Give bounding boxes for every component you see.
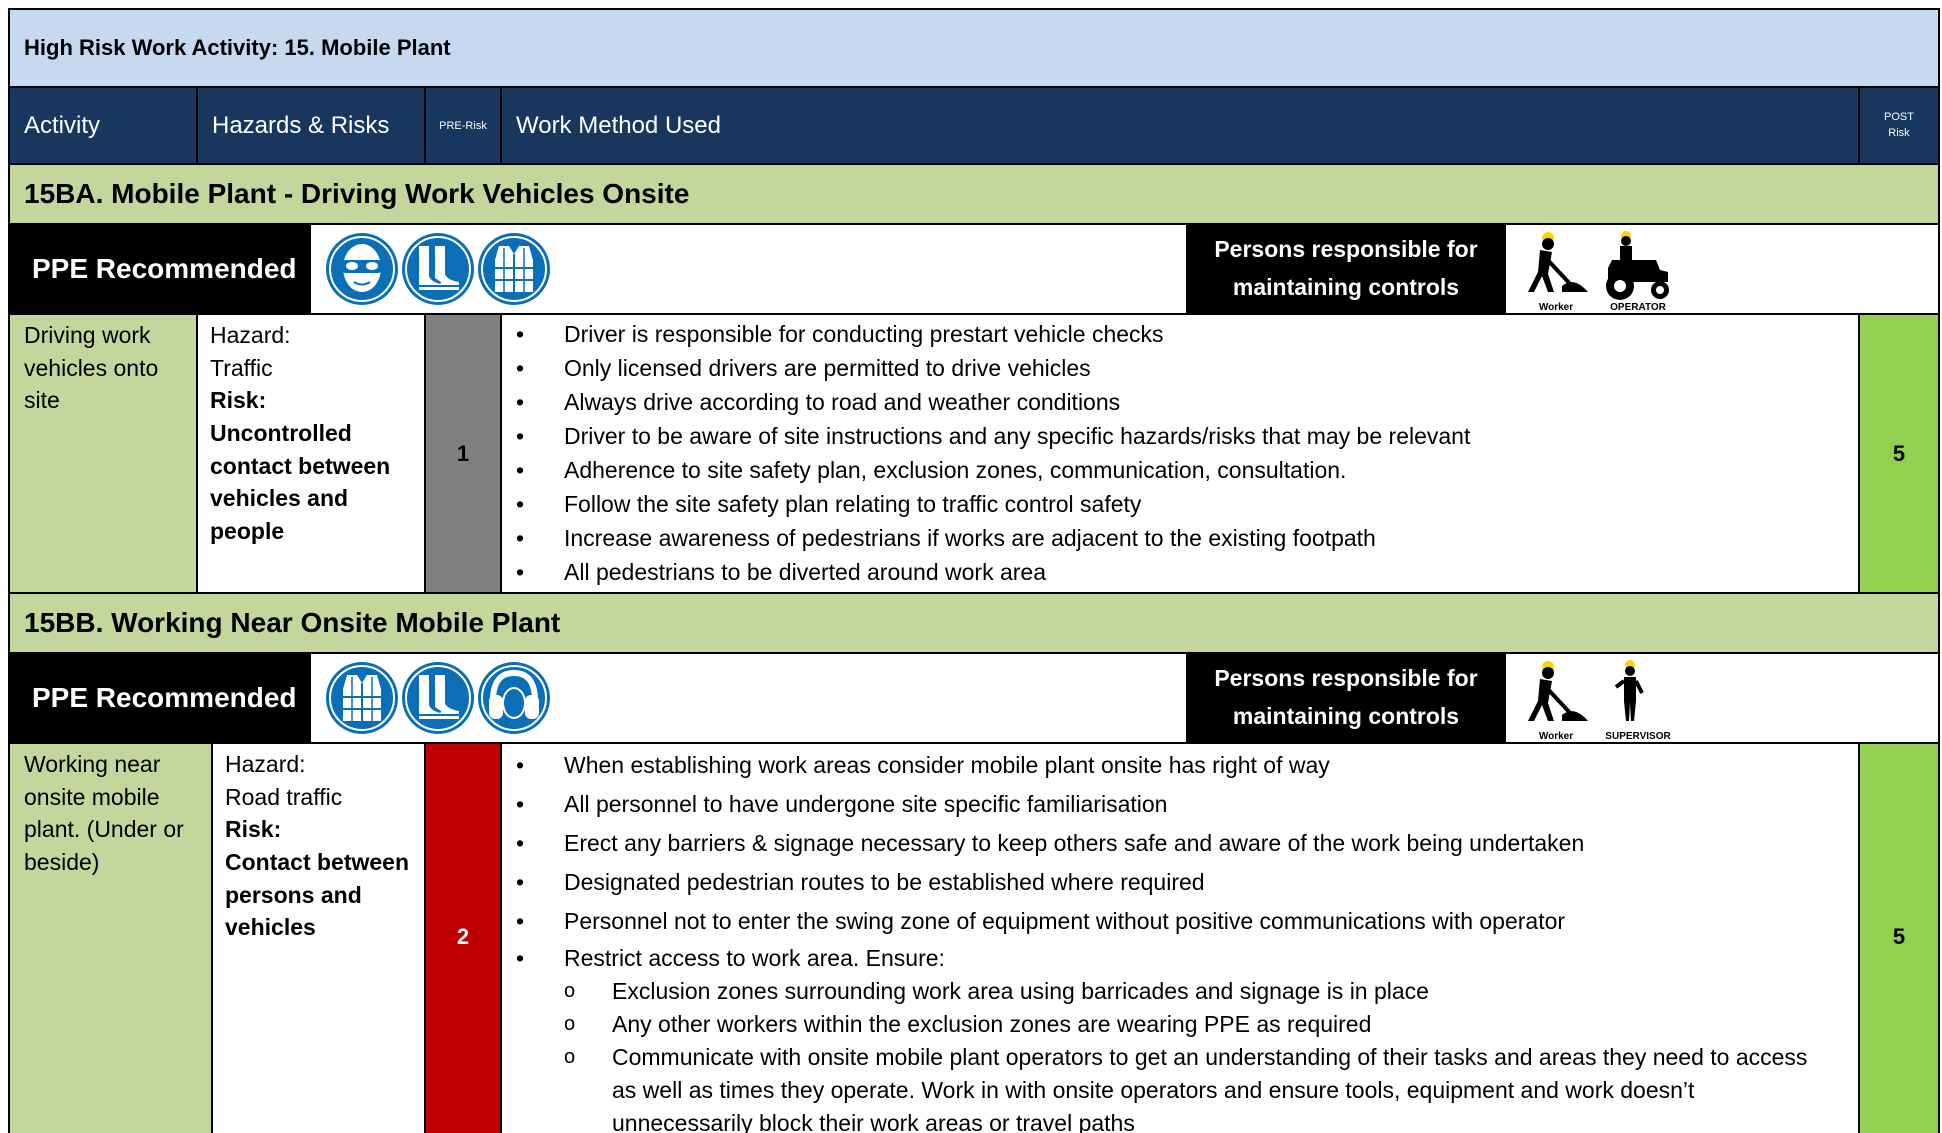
header-post-risk-line2: Risk (1888, 126, 1910, 139)
activity-cell: Driving work vehicles onto site (10, 315, 198, 592)
method-item: Only licensed drivers are permitted to d… (502, 351, 1858, 385)
role-operator: OPERATOR (1598, 230, 1678, 313)
worker-icon (1528, 232, 1588, 292)
responsible-label: Persons responsible for maintaining contr… (1186, 225, 1506, 313)
method-item: Erect any barriers & signage necessary t… (502, 824, 1858, 863)
method-item: Driver is responsible for conducting pre… (502, 317, 1858, 351)
ppe-label: PPE Recommended (10, 225, 311, 313)
method-item: Restrict access to work area. Ensure: (502, 941, 1858, 975)
responsible-label: Persons responsible for maintaining contr… (1186, 654, 1506, 742)
hazard-risk-cell: Hazard: Traffic Risk: Uncontrolled conta… (198, 315, 426, 592)
hi-vis-vest-icon (478, 233, 550, 305)
role-worker: Worker (1518, 230, 1594, 313)
method-item: Driver to be aware of site instructions … (502, 419, 1858, 453)
supervisor-icon (1614, 660, 1644, 721)
operator-icon (1606, 231, 1669, 300)
responsible-line2: maintaining controls (1232, 703, 1460, 729)
page-title: High Risk Work Activity: 15. Mobile Plan… (10, 10, 1938, 88)
responsible-line1: Persons responsible for (1214, 665, 1478, 692)
ear-protection-icon (478, 662, 550, 734)
method-item: All pedestrians to be diverted around wo… (502, 555, 1858, 589)
risk-label: Risk: (225, 816, 282, 843)
role-label: SUPERVISOR (1605, 731, 1671, 742)
hazard-label: Hazard: (225, 751, 306, 777)
table-row: Driving work vehicles onto site Hazard: … (10, 315, 1938, 594)
ppe-icons (311, 225, 551, 313)
safety-boots-icon (402, 233, 474, 305)
header-work-method: Work Method Used (502, 88, 1860, 163)
hazard-text: Road traffic (225, 783, 343, 810)
safety-glasses-icon (326, 233, 398, 305)
ppe-row: PPE Recommended Persons responsible for … (10, 654, 1938, 744)
ppe-label: PPE Recommended (10, 654, 311, 742)
hazard-risk-cell: Hazard: Road traffic Risk: Contact betwe… (213, 744, 426, 1133)
section-title: 15BA. Mobile Plant - Driving Work Vehicl… (10, 165, 1938, 225)
ppe-row: PPE Recommended Persons responsible for … (10, 225, 1938, 315)
risk-text: Uncontrolled contact between vehicles an… (210, 419, 391, 544)
risk-text: Contact between persons and vehicles (225, 848, 410, 941)
header-hazards-risks: Hazards & Risks (198, 88, 426, 163)
role-worker: Worker (1518, 659, 1594, 742)
activity-cell: Working near onsite mobile plant. (Under… (10, 744, 213, 1133)
method-item: When establishing work areas consider mo… (502, 746, 1858, 785)
role-label: Worker (1538, 731, 1574, 742)
method-item: Adherence to site safety plan, exclusion… (502, 453, 1858, 487)
role-label: OPERATOR (1610, 302, 1666, 313)
section-title: 15BB. Working Near Onsite Mobile Plant (10, 594, 1938, 654)
header-activity: Activity (10, 88, 198, 163)
responsible-roles: Worker SUPERVISOR (1506, 654, 1938, 742)
safety-boots-icon (402, 662, 474, 734)
sub-method-item: Any other workers within the exclusion z… (502, 1008, 1858, 1041)
pre-risk-cell: 1 (426, 315, 502, 592)
post-risk-cell: 5 (1860, 744, 1938, 1133)
sub-method-item: Exclusion zones surrounding work area us… (502, 975, 1858, 1008)
table-row: Working near onsite mobile plant. (Under… (10, 744, 1938, 1133)
header-post-risk-line1: POST (1884, 111, 1914, 124)
method-item: Personnel not to enter the swing zone of… (502, 902, 1858, 941)
method-list: Driver is responsible for conducting pre… (502, 317, 1858, 589)
work-method-cell: When establishing work areas consider mo… (502, 744, 1860, 1133)
post-risk-cell: 5 (1860, 315, 1938, 592)
method-item: Designated pedestrian routes to be estab… (502, 863, 1858, 902)
role-label: Worker (1538, 302, 1574, 313)
worker-icon (1528, 661, 1588, 721)
risk-assessment-sheet: High Risk Work Activity: 15. Mobile Plan… (8, 8, 1940, 1133)
responsible-line1: Persons responsible for (1214, 236, 1478, 263)
responsible-roles: Worker OPERATOR (1506, 225, 1938, 313)
role-supervisor: SUPERVISOR (1598, 659, 1678, 742)
ppe-icons (311, 654, 551, 742)
method-list: When establishing work areas consider mo… (502, 746, 1858, 975)
header-pre-risk: PRE-Risk (426, 88, 502, 163)
header-post-risk: POST Risk (1860, 88, 1938, 163)
method-item: All personnel to have undergone site spe… (502, 785, 1858, 824)
method-item: Follow the site safety plan relating to … (502, 487, 1858, 521)
risk-label: Risk: (210, 387, 267, 414)
method-item: Increase awareness of pedestrians if wor… (502, 521, 1858, 555)
hi-vis-vest-icon (326, 662, 398, 734)
sub-method-item: Communicate with onsite mobile plant ope… (502, 1041, 1858, 1133)
pre-risk-cell: 2 (426, 744, 502, 1133)
method-item: Always drive according to road and weath… (502, 385, 1858, 419)
column-header-row: Activity Hazards & Risks PRE-Risk Work M… (10, 88, 1938, 165)
sub-method-list: Exclusion zones surrounding work area us… (502, 975, 1858, 1133)
responsible-line2: maintaining controls (1232, 274, 1460, 300)
hazard-text: Traffic (210, 354, 273, 381)
hazard-label: Hazard: (210, 322, 291, 348)
work-method-cell: Driver is responsible for conducting pre… (502, 315, 1860, 592)
